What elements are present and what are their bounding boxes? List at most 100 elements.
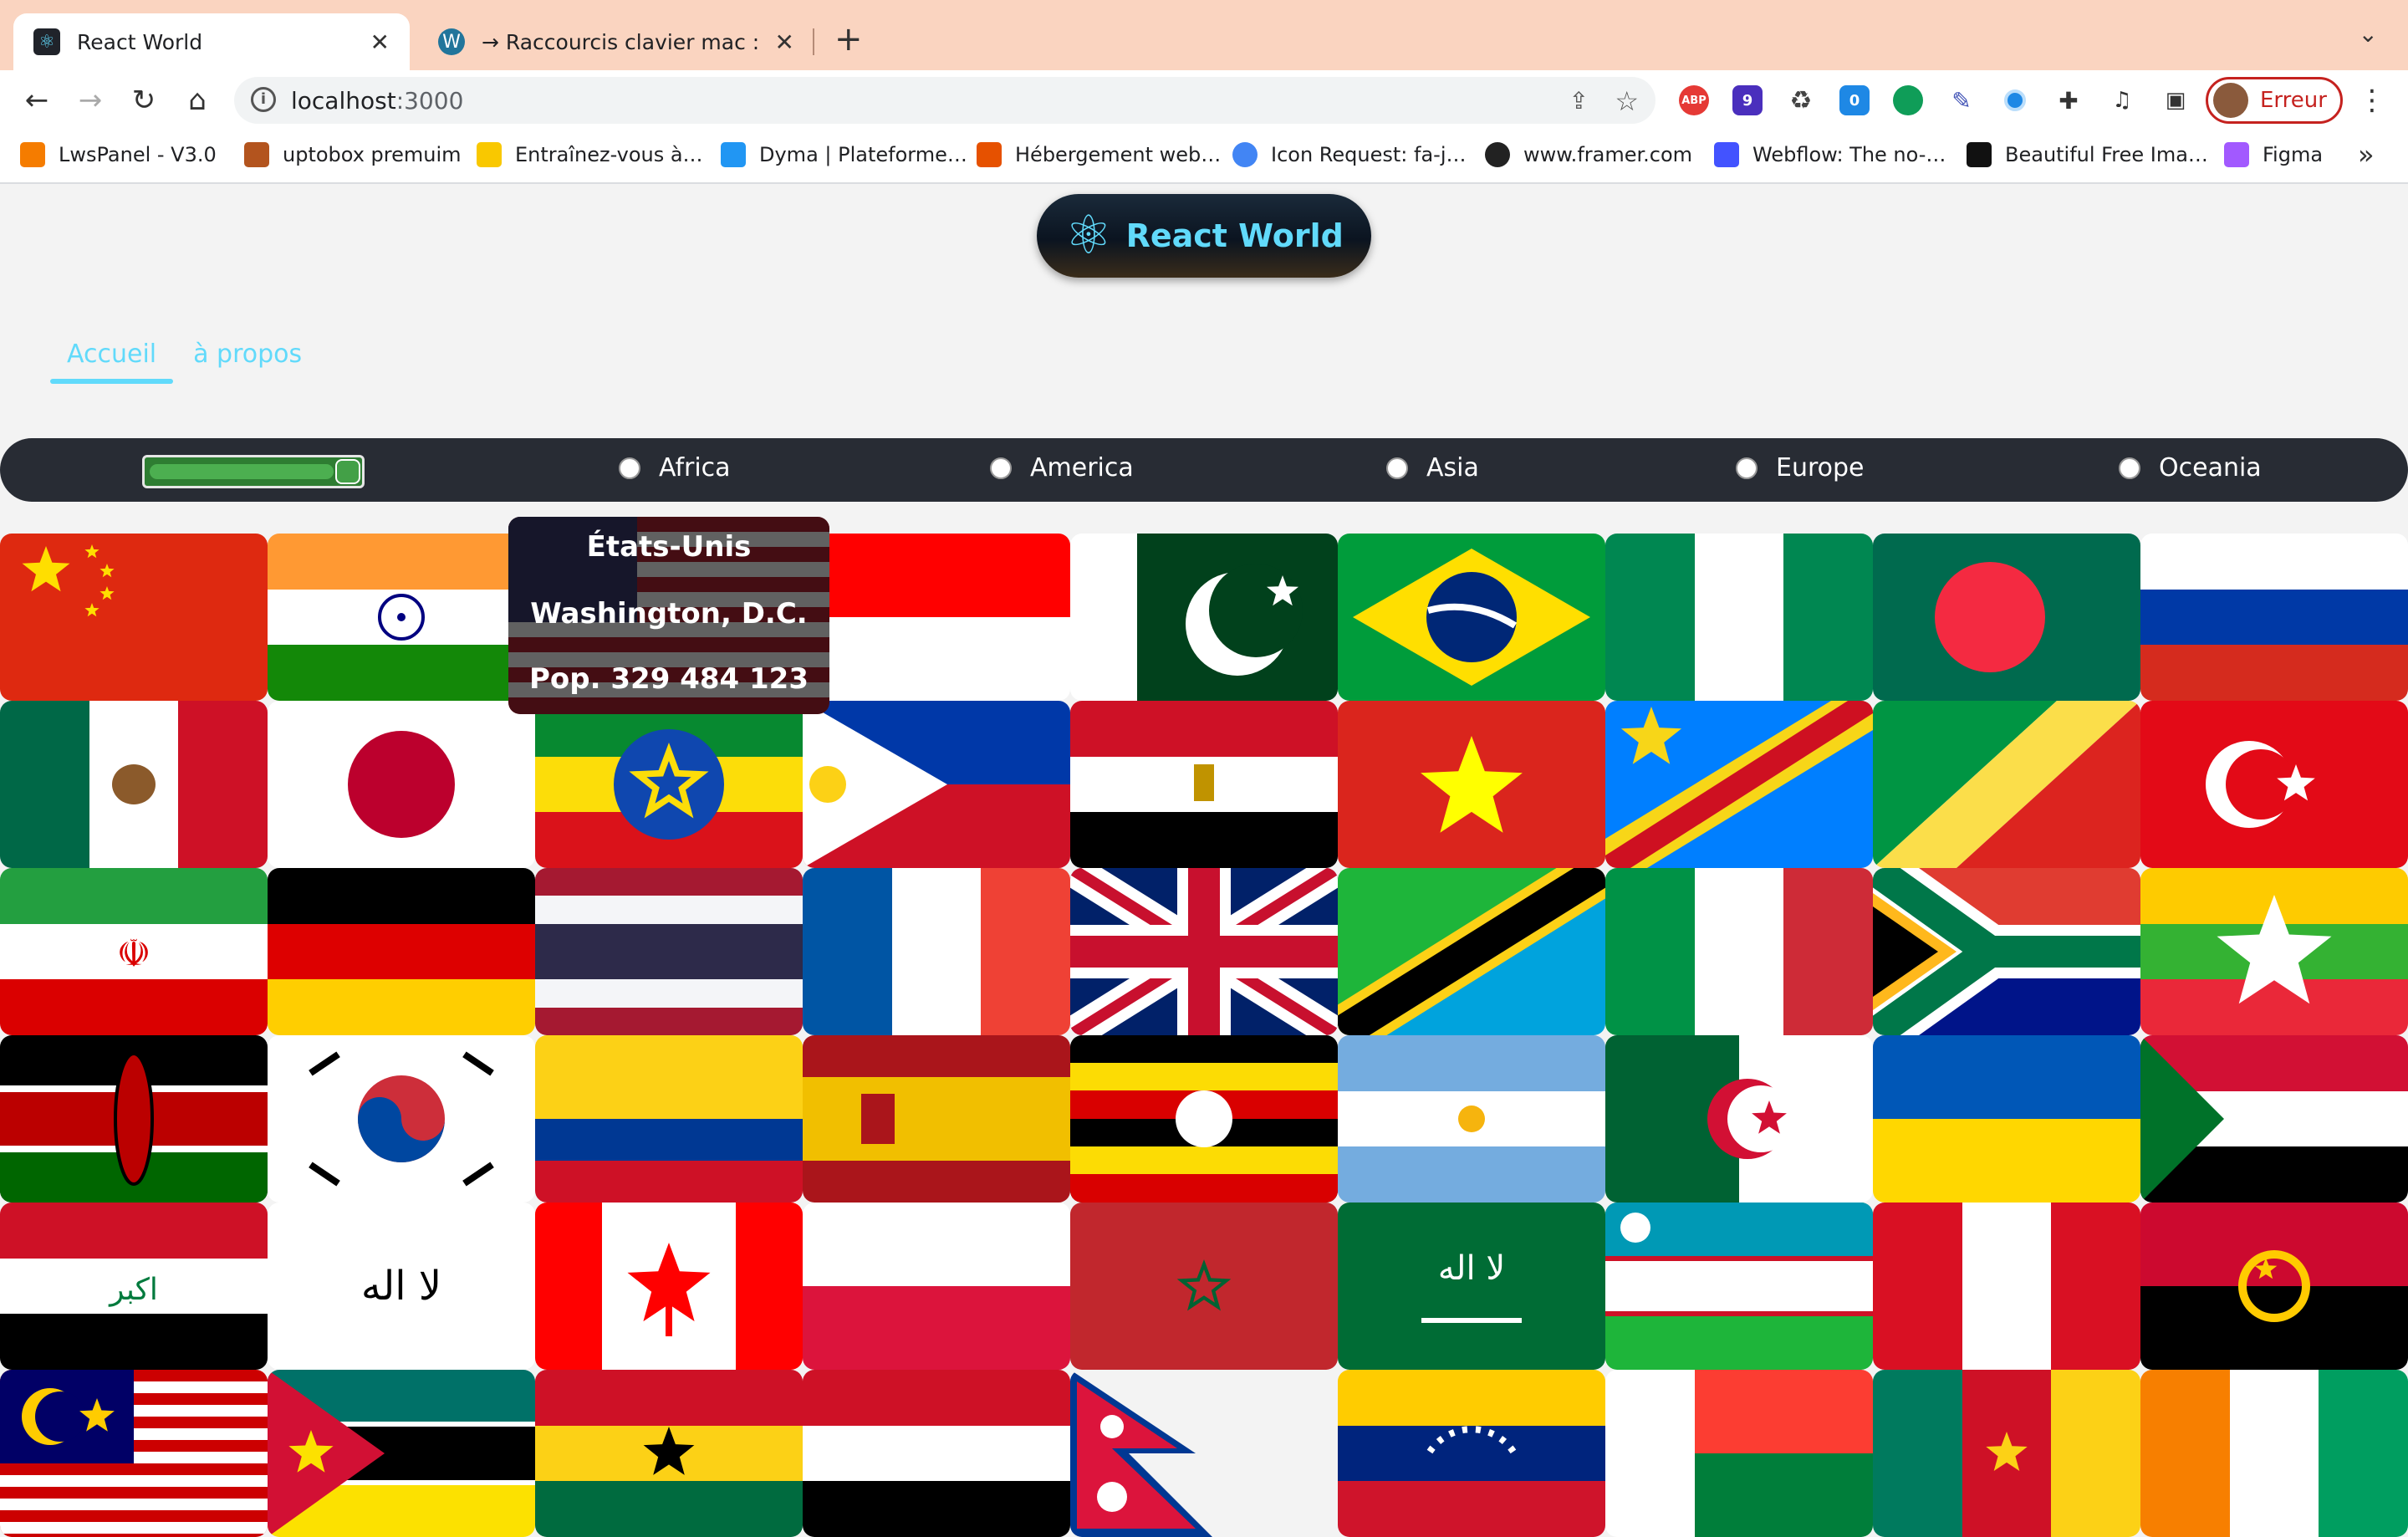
bookmark-item[interactable]: Icon Request: fa-j… (1232, 142, 1466, 167)
flag-angola[interactable] (2140, 1203, 2408, 1370)
radio-button[interactable] (1736, 457, 1758, 479)
adblock-icon[interactable]: ABP (1679, 85, 1709, 115)
flag-afghanistan[interactable]: لا اله (268, 1203, 535, 1370)
flag-spain[interactable] (803, 1035, 1070, 1203)
new-tab-button[interactable]: + (834, 20, 863, 59)
flag-yemen[interactable] (803, 1370, 1070, 1537)
chat-icon[interactable] (1893, 85, 1923, 115)
flag-poland[interactable] (803, 1203, 1070, 1370)
tab-search-chevron-icon[interactable]: ⌄ (2359, 20, 2378, 48)
share-icon[interactable]: ⇪ (1569, 87, 1589, 115)
tab-raccourcis[interactable]: W → Raccourcis clavier mac : acc ✕ (418, 13, 814, 70)
flag-ukraine[interactable] (1873, 1035, 2140, 1203)
nav-a-propos[interactable]: à propos (176, 331, 319, 377)
range-slider[interactable] (142, 455, 365, 488)
address-bar[interactable]: i localhost:3000 ⇪ ☆ (234, 77, 1656, 124)
bookmark-item[interactable]: Figma (2224, 142, 2323, 167)
flag-nepal[interactable] (1070, 1370, 1338, 1537)
flag-turkey[interactable] (2140, 701, 2408, 868)
close-tab-icon[interactable]: ✕ (775, 28, 794, 56)
flag-vietnam[interactable] (1338, 701, 1605, 868)
bookmark-item[interactable]: Beautiful Free Ima… (1967, 142, 2208, 167)
browser-menu-icon[interactable]: ⋮ (2358, 84, 2386, 117)
reload-button[interactable]: ↻ (125, 82, 162, 119)
radio-africa[interactable]: Africa (619, 453, 731, 483)
bookmark-item[interactable]: uptobox premuim (244, 142, 462, 167)
site-info-icon[interactable]: i (251, 87, 276, 112)
flag-colombia[interactable] (535, 1035, 803, 1203)
media-icon[interactable]: ♫ (2107, 85, 2137, 115)
flag-tanzania[interactable] (1338, 868, 1605, 1035)
radio-button[interactable] (2119, 457, 2140, 479)
flag-canada[interactable] (535, 1203, 803, 1370)
puzzle-icon[interactable]: ✚ (2053, 85, 2084, 115)
url-text[interactable]: localhost:3000 (291, 87, 463, 115)
flag-india[interactable] (268, 534, 535, 701)
forward-button[interactable]: → (72, 82, 109, 119)
flag-saudi-arabia[interactable]: لا اله (1338, 1203, 1605, 1370)
flag-south-africa[interactable] (1873, 868, 2140, 1035)
flag-pakistan[interactable] (1070, 534, 1338, 701)
flag-united-kingdom[interactable] (1070, 868, 1338, 1035)
flag-france[interactable] (803, 868, 1070, 1035)
flag-sudan[interactable] (2140, 1035, 2408, 1203)
flag-madagascar[interactable] (1605, 1370, 1873, 1537)
record-icon[interactable] (2000, 85, 2030, 115)
home-button[interactable]: ⌂ (179, 82, 216, 119)
sidepanel-icon[interactable]: ▣ (2161, 85, 2191, 115)
flag-nigeria[interactable] (1605, 534, 1873, 701)
eyedropper-icon[interactable]: ✎ (1946, 85, 1977, 115)
flag-mexico[interactable] (0, 701, 268, 868)
flag-brazil[interactable] (1338, 534, 1605, 701)
flag-ghana[interactable] (535, 1370, 803, 1537)
bookmark-item[interactable]: Hébergement web… (977, 142, 1221, 167)
flag-uganda[interactable] (1070, 1035, 1338, 1203)
bookmark-item[interactable]: Webflow: The no-… (1714, 142, 1946, 167)
flag-mozambique[interactable] (268, 1370, 535, 1537)
bookmark-item[interactable]: Dyma | Plateforme… (721, 142, 967, 167)
flag-cameroon[interactable] (1873, 1370, 2140, 1537)
flag-germany[interactable] (268, 868, 535, 1035)
flag-kenya[interactable] (0, 1035, 268, 1203)
tab-react-world[interactable]: ⚛ React World ✕ (13, 13, 410, 70)
flag-argentina[interactable] (1338, 1035, 1605, 1203)
graduation-cap-icon[interactable]: 9 (1732, 85, 1763, 115)
radio-europe[interactable]: Europe (1736, 453, 1865, 483)
radio-button[interactable] (619, 457, 640, 479)
radio-button[interactable] (990, 457, 1012, 479)
flag-morocco[interactable] (1070, 1203, 1338, 1370)
flag-malaysia[interactable] (0, 1370, 268, 1537)
flag-algeria[interactable] (1605, 1035, 1873, 1203)
recycle-icon[interactable]: ♻ (1786, 85, 1816, 115)
close-tab-icon[interactable]: ✕ (370, 28, 390, 56)
flag-iran[interactable]: ☫ (0, 868, 268, 1035)
flag-venezuela[interactable] (1338, 1370, 1605, 1537)
flag-italy[interactable] (1605, 868, 1873, 1035)
flag-japan[interactable] (268, 701, 535, 868)
flag-egypt[interactable] (1070, 701, 1338, 868)
bookmark-item[interactable]: Entraînez-vous à… (477, 142, 703, 167)
flag-peru[interactable] (1873, 1203, 2140, 1370)
profile-button[interactable]: Erreur (2206, 77, 2343, 124)
more-bookmarks-icon[interactable]: » (2358, 139, 2375, 171)
flag-indonesia[interactable] (803, 534, 1070, 701)
bookmark-star-icon[interactable]: ☆ (1615, 85, 1639, 117)
bookmark-item[interactable]: LwsPanel - V3.0 (20, 142, 217, 167)
flag-ethiopia[interactable] (535, 701, 803, 868)
flag-bangladesh[interactable] (1873, 534, 2140, 701)
radio-asia[interactable]: Asia (1386, 453, 1479, 483)
radio-button[interactable] (1386, 457, 1408, 479)
flag-dr-congo[interactable] (1605, 701, 1873, 868)
back-button[interactable]: ← (18, 82, 55, 119)
flag-ivory-coast[interactable] (2140, 1370, 2408, 1537)
flag-china[interactable] (0, 534, 268, 701)
flag-thailand[interactable] (535, 868, 803, 1035)
flag-iraq[interactable]: اكبر (0, 1203, 268, 1370)
flag-myanmar[interactable] (2140, 868, 2408, 1035)
radio-oceania[interactable]: Oceania (2119, 453, 2262, 483)
range-slider-thumb[interactable] (335, 459, 360, 484)
counter-icon[interactable]: 0 (1839, 85, 1870, 115)
flag-congo[interactable] (1873, 701, 2140, 868)
flag-south-korea[interactable] (268, 1035, 535, 1203)
flag-uzbekistan[interactable] (1605, 1203, 1873, 1370)
